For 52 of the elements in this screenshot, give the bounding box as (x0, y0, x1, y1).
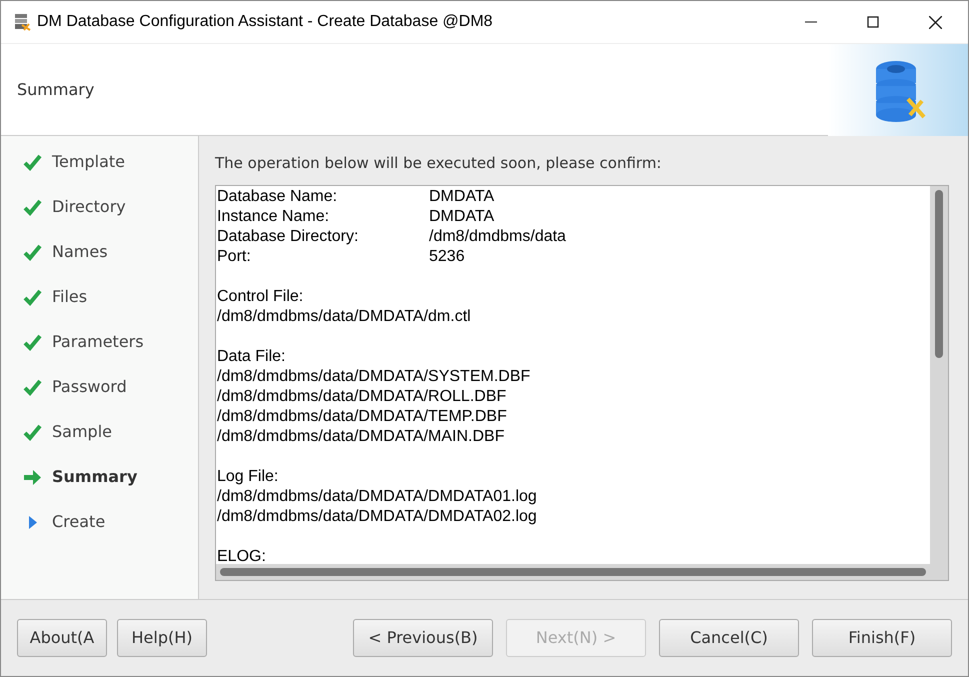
dialog-button[interactable]: Finish(F) (812, 619, 952, 657)
vertical-scrollbar[interactable] (930, 186, 948, 580)
summary-label: /dm8/dmdbms/data/DMDATA/ROLL.DBF (217, 386, 506, 406)
checkmark-icon (23, 422, 42, 442)
scrollbar-thumb[interactable] (220, 568, 926, 576)
dialog-button[interactable]: Help(H) (117, 619, 207, 657)
close-icon[interactable] (929, 16, 942, 28)
summary-label: /dm8/dmdbms/data/DMDATA/MAIN.DBF (217, 426, 504, 446)
summary-text-area[interactable] (215, 184, 949, 581)
summary-value: 5236 (429, 246, 465, 266)
app-icon (13, 13, 31, 31)
summary-label: Port: (217, 246, 252, 266)
step-label: Password (52, 376, 127, 398)
dialog-button[interactable]: < Previous(B) (353, 619, 493, 657)
summary-value: /dm8/dmdbms/data (429, 226, 566, 246)
step-label: Sample (52, 421, 112, 443)
step-label: Summary (52, 466, 138, 488)
horizontal-scrollbar[interactable] (216, 564, 930, 580)
checkmark-icon (23, 378, 42, 396)
dialog-button[interactable]: Cancel(C) (659, 619, 799, 657)
step-label: Create (52, 511, 106, 533)
step-label: Directory (52, 196, 126, 218)
checkmark-icon (23, 288, 42, 306)
confirm-prompt: The operation below will be executed soon, please confirm: (215, 153, 662, 174)
summary-value: DMDATA (429, 186, 494, 206)
checkmark-icon (23, 152, 42, 172)
page-heading: Summary (17, 78, 94, 100)
summary-label: Database Name: (217, 186, 338, 206)
summary-label: /dm8/dmdbms/data/DMDATA/dm.ctl (217, 306, 471, 326)
summary-label: /dm8/dmdbms/data/DMDATA/DMDATA01.log (217, 486, 537, 506)
arrow-icon (23, 468, 42, 486)
summary-label: Control File: (217, 286, 304, 306)
checkmark-icon (23, 242, 42, 262)
summary-label: /dm8/dmdbms/data/DMDATA/SYSTEM.DBF (217, 366, 530, 386)
summary-label: /dm8/dmdbms/data/DMDATA/TEMP.DBF (217, 406, 507, 426)
step-label: Parameters (52, 331, 144, 353)
summary-label: Log File: (217, 466, 278, 486)
summary-label: /dm8/dmdbms/data/DMDATA/DMDATA02.log (217, 506, 537, 526)
summary-label: Database Directory: (217, 226, 360, 246)
step-label: Names (52, 241, 108, 263)
step-label: Template (52, 151, 126, 173)
checkmark-icon (23, 332, 42, 352)
dialog-button[interactable]: About(A (17, 619, 107, 657)
checkmark-icon (23, 198, 42, 216)
scrollbar-thumb[interactable] (935, 190, 943, 358)
step-label: Files (52, 286, 88, 308)
maximize-icon[interactable] (867, 16, 879, 28)
summary-label: Instance Name: (217, 206, 330, 226)
summary-label: Data File: (217, 346, 286, 366)
summary-label: ELOG: (217, 546, 266, 566)
summary-value: DMDATA (429, 206, 494, 226)
window-title: DM Database Configuration Assistant - Create Database @DM8 (37, 12, 493, 32)
